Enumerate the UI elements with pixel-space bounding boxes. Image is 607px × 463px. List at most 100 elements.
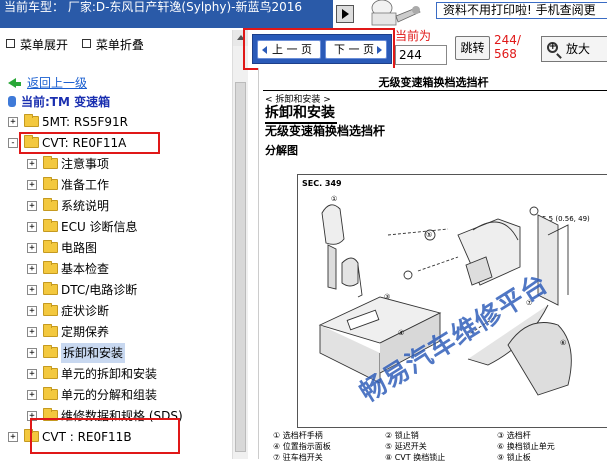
back-label: 返回上一级	[27, 76, 88, 90]
exploded-view-label: 分解图	[265, 144, 298, 157]
menu-scrollbar[interactable]	[232, 30, 248, 459]
expand-node-icon[interactable]: +	[27, 306, 37, 316]
zoom-label: 放大	[566, 42, 591, 56]
scroll-thumb[interactable]	[235, 82, 246, 452]
legend-text: 延迟开关	[394, 442, 427, 451]
legend-item: ③ 选档杆	[497, 430, 531, 441]
tree-node-label: 单元的拆卸和安装	[61, 367, 158, 381]
legend-text: 锁止销	[394, 431, 419, 440]
back-arrow-icon	[8, 78, 16, 88]
legend-item: ④ 位置指示面板	[273, 441, 331, 452]
tree-node-label: DTC/电路诊断	[61, 283, 138, 297]
current-category: 当前:TM 变速箱	[8, 93, 110, 110]
section-title: 拆卸和安装	[265, 102, 337, 124]
tree-node-label: 定期保养	[61, 325, 110, 339]
legend-text: 驻车档开关	[282, 453, 323, 462]
page-header: 无级变速箱换档选挡杆	[378, 76, 489, 89]
expand-node-icon[interactable]: +	[27, 159, 37, 169]
legend-number: ⑥	[497, 442, 507, 451]
jump-button[interactable]: 跳转	[455, 36, 490, 60]
header-rule	[263, 90, 607, 91]
section-subtitle: 无级变速箱换档选挡杆	[265, 124, 386, 138]
collapse-menu-button[interactable]: 菜单折叠	[81, 36, 144, 53]
legend-number: ⑨	[497, 453, 507, 462]
legend-text: 选档杆手柄	[282, 431, 323, 440]
svg-text:⑥: ⑥	[560, 339, 566, 347]
legend-text: 锁止板	[506, 453, 531, 462]
menu-controls: 菜单展开 菜单折叠	[6, 36, 154, 53]
legend-number: ⑧	[385, 453, 395, 462]
total-pages-label: 244/ 568	[494, 33, 521, 61]
expand-menu-button[interactable]: 菜单展开	[6, 36, 68, 53]
zoom-in-button[interactable]: + 放大	[541, 36, 607, 62]
legend-number: ④	[273, 442, 283, 451]
square-icon	[6, 39, 15, 48]
database-icon	[8, 96, 16, 107]
mascot-icon	[371, 0, 421, 26]
folder-icon	[43, 240, 58, 253]
legend-text: 位置指示面板	[282, 442, 331, 451]
expand-node-icon[interactable]: +	[27, 285, 37, 295]
current-page-label: 当前为	[395, 29, 432, 43]
tree-node-label: 准备工作	[61, 178, 110, 192]
legend-text: 选档杆	[506, 431, 531, 440]
expand-node-icon[interactable]: +	[27, 348, 37, 358]
folder-icon	[43, 324, 58, 337]
expand-node-icon[interactable]: +	[27, 390, 37, 400]
highlight-page-nav	[243, 28, 395, 70]
expand-label: 菜单展开	[20, 38, 69, 52]
tree-node-label: 症状诊断	[61, 304, 110, 318]
expand-node-icon[interactable]: +	[27, 264, 37, 274]
play-arrow-icon	[342, 9, 349, 19]
folder-icon	[43, 366, 58, 379]
tree-node-label: 基本检查	[61, 262, 110, 276]
folder-icon	[43, 303, 58, 316]
tree-node-label: 电路图	[61, 241, 98, 255]
svg-text:①: ①	[331, 195, 337, 203]
tree-node-label: ECU 诊断信息	[61, 220, 138, 234]
legend-item: ⑥ 换档锁止单元	[497, 441, 555, 452]
expand-node-icon[interactable]: +	[27, 369, 37, 379]
legend-text: 换档锁止单元	[506, 442, 555, 451]
folder-icon	[43, 177, 58, 190]
expand-node-icon[interactable]: +	[8, 432, 18, 442]
folder-icon	[43, 219, 58, 232]
plus-glyph: +	[549, 42, 557, 52]
folder-icon	[43, 198, 58, 211]
legend-number: ⑦	[273, 453, 283, 462]
legend-number: ①	[273, 431, 283, 440]
manual-page: 无级变速箱换档选挡杆 < 拆卸和安装 > 拆卸和安装 无级变速箱换档选挡杆 分解…	[258, 68, 607, 462]
expand-node-icon[interactable]: +	[27, 243, 37, 253]
folder-icon	[43, 345, 58, 358]
shifter-drawing: ①④⑤ ⑦⑥③	[318, 195, 572, 396]
collapse-label: 菜单折叠	[95, 38, 144, 52]
svg-text:④: ④	[398, 329, 404, 337]
tree-node-label: 拆卸和安装	[61, 343, 126, 363]
legend-item: ② 锁止销	[385, 430, 419, 441]
legend-number: ②	[385, 431, 395, 440]
expand-node-icon[interactable]: +	[8, 117, 18, 127]
tree-node-label: 单元的分解和组装	[61, 388, 158, 402]
collapse-node-icon[interactable]: -	[8, 138, 18, 148]
square-icon	[81, 39, 91, 48]
highlight-cvt-re0f11b	[30, 418, 180, 454]
folder-icon	[43, 282, 58, 295]
legend-item: ⑨ 锁止板	[497, 452, 531, 463]
expand-node-icon[interactable]: +	[27, 327, 37, 337]
legend-number: ③	[497, 431, 507, 440]
tree-node-label: 5MT: RS5F91R	[42, 115, 128, 129]
mobile-notice-banner[interactable]: 资料不用打印啦! 手机查阅更	[436, 2, 607, 19]
back-link[interactable]: 返回上一级	[8, 74, 87, 91]
legend-item: ⑦ 驻车档开关	[273, 452, 323, 463]
expand-node-icon[interactable]: +	[27, 180, 37, 190]
legend-item: ⑧ CVT 换档锁止	[385, 452, 445, 463]
page-number-input[interactable]: 244	[395, 45, 447, 65]
expand-node-icon[interactable]: +	[27, 201, 37, 211]
expand-node-icon[interactable]: +	[27, 222, 37, 232]
legend-text: CVT 换档锁止	[394, 453, 446, 462]
exploded-diagram: SEC. 349 5.5 (0.56, 49) ① ④ ⑤ ⑦ ⑥ ③	[297, 174, 607, 428]
svg-text:③: ③	[384, 293, 390, 301]
toggle-arrow-button[interactable]	[336, 5, 354, 23]
tree-node-label: 系统说明	[61, 199, 110, 213]
back-arrow-tail	[16, 82, 21, 86]
